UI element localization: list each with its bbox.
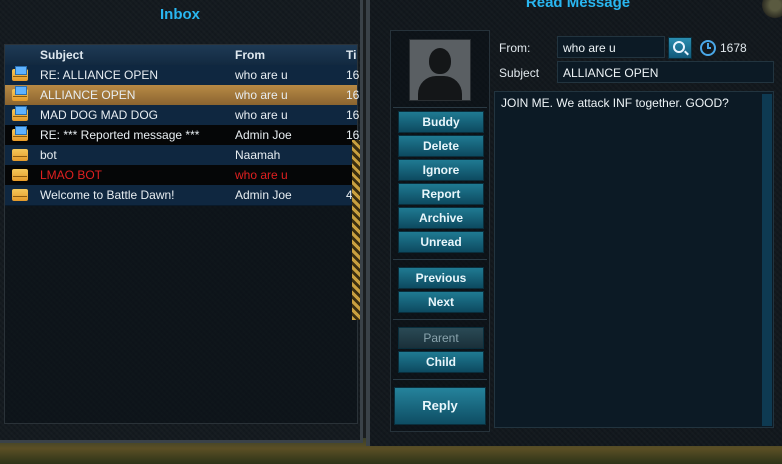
avatar-silhouette-head [429,48,451,74]
envelope-open-icon [12,106,28,121]
window-corner-ornament [762,0,782,18]
read-message-title: Read Message [525,0,631,11]
avatar-silhouette-body [418,76,462,100]
parent-button[interactable]: Parent [398,327,484,349]
message-row-selected[interactable]: ALLIANCE OPEN who are u 16 [5,85,359,106]
inbox-list-header: Subject From Ti [5,45,357,65]
message-time: 16 [346,68,360,82]
divider [393,379,487,380]
message-subject: LMAO BOT [40,168,103,182]
clock-icon [700,40,716,56]
message-from: who are u [235,68,288,82]
message-time: 16 [346,108,360,122]
envelope-icon [12,169,28,181]
message-subject: Welcome to Battle Dawn! [40,188,175,202]
message-from: who are u [235,168,288,182]
message-row[interactable]: Welcome to Battle Dawn! Admin Joe 4 [5,185,357,206]
buddy-button[interactable]: Buddy [398,111,484,133]
message-scrollbar[interactable] [762,94,772,426]
unread-button[interactable]: Unread [398,231,484,253]
message-time-value: 1678 [720,41,747,55]
report-button[interactable]: Report [398,183,484,205]
message-from: who are u [235,88,288,102]
envelope-open-icon [12,86,28,101]
message-subject: ALLIANCE OPEN [40,88,136,102]
column-header-time[interactable]: Ti [346,45,366,65]
message-action-panel: Buddy Delete Ignore Report Archive Unrea… [390,30,490,432]
previous-button[interactable]: Previous [398,267,484,289]
reply-button[interactable]: Reply [394,387,486,425]
column-header-subject[interactable]: Subject [40,45,230,65]
message-subject: MAD DOG MAD DOG [40,108,159,122]
read-message-window: Read Message Buddy Delete Ignore Report … [366,0,782,446]
column-header-from[interactable]: From [235,45,345,65]
envelope-open-icon [12,126,28,141]
message-time: 16 [346,88,360,102]
message-row[interactable]: bot Naamah [5,145,357,166]
message-from: Admin Joe [235,188,292,202]
inbox-window: Inbox Subject From Ti RE: ALLIANCE OPEN … [0,0,363,443]
search-icon [673,41,685,53]
archive-button[interactable]: Archive [398,207,484,229]
message-body: JOIN ME. We attack INF together. GOOD? [494,91,774,428]
next-button[interactable]: Next [398,291,484,313]
message-from: Admin Joe [235,128,292,142]
window-resize-handle[interactable] [352,140,360,320]
divider [393,319,487,320]
subject-field: ALLIANCE OPEN [557,61,774,83]
inbox-title: Inbox [160,6,200,23]
message-subject: RE: *** Reported message *** [40,128,200,142]
envelope-icon [12,149,28,161]
child-button[interactable]: Child [398,351,484,373]
message-subject: RE: ALLIANCE OPEN [40,68,159,82]
message-row[interactable]: MAD DOG MAD DOG who are u 16 [5,105,359,126]
envelope-open-icon [12,66,28,81]
message-from: Naamah [235,148,281,162]
subject-label: Subject [499,66,540,80]
divider [393,259,487,260]
from-field: who are u [557,36,665,58]
message-row[interactable]: RE: *** Reported message *** Admin Joe 1… [5,125,359,146]
message-from: who are u [235,108,288,122]
divider [393,107,487,108]
message-row[interactable]: LMAO BOT who are u [5,165,357,186]
delete-button[interactable]: Delete [398,135,484,157]
ignore-button[interactable]: Ignore [398,159,484,181]
from-label: From: [499,41,531,55]
lookup-sender-button[interactable] [668,37,692,59]
message-row[interactable]: RE: ALLIANCE OPEN who are u 16 [5,65,359,86]
inbox-list: Subject From Ti RE: ALLIANCE OPEN who ar… [4,44,359,424]
sender-avatar [409,39,471,101]
message-subject: bot [40,148,57,162]
envelope-icon [12,189,28,201]
